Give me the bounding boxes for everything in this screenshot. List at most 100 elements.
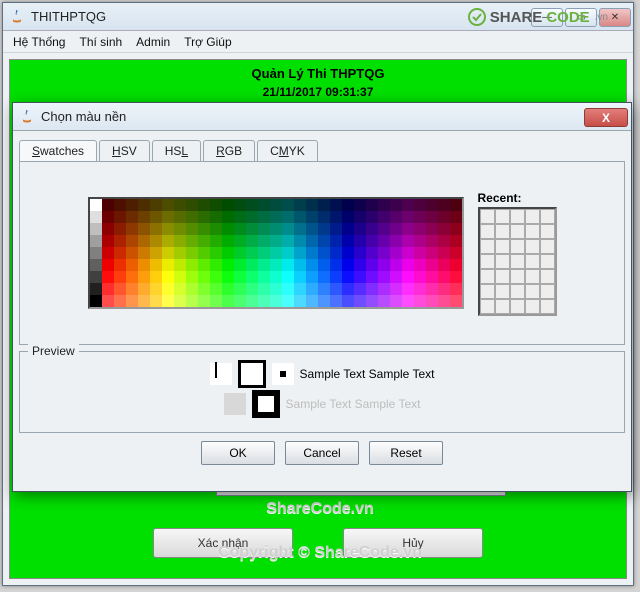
tab-rgb[interactable]: RGB bbox=[203, 140, 255, 161]
swatch[interactable] bbox=[258, 271, 270, 283]
swatch[interactable] bbox=[246, 259, 258, 271]
swatch[interactable] bbox=[246, 211, 258, 223]
swatch[interactable] bbox=[102, 199, 114, 211]
swatch[interactable] bbox=[450, 271, 462, 283]
swatch[interactable] bbox=[366, 295, 378, 307]
swatch[interactable] bbox=[366, 223, 378, 235]
swatch[interactable] bbox=[174, 223, 186, 235]
swatch[interactable] bbox=[306, 223, 318, 235]
swatch[interactable] bbox=[438, 283, 450, 295]
swatch[interactable] bbox=[246, 199, 258, 211]
swatch[interactable] bbox=[318, 211, 330, 223]
swatch[interactable] bbox=[390, 283, 402, 295]
submit-button[interactable]: Xác nhận bbox=[153, 528, 293, 558]
swatch[interactable] bbox=[258, 211, 270, 223]
swatch[interactable] bbox=[426, 199, 438, 211]
swatch[interactable] bbox=[354, 247, 366, 259]
swatch[interactable] bbox=[270, 271, 282, 283]
recent-swatch[interactable] bbox=[540, 284, 555, 299]
menu-help[interactable]: Trợ Giúp bbox=[184, 35, 231, 49]
swatch[interactable] bbox=[174, 199, 186, 211]
swatch[interactable] bbox=[114, 271, 126, 283]
swatch[interactable] bbox=[162, 283, 174, 295]
swatch[interactable] bbox=[186, 235, 198, 247]
color-palette[interactable] bbox=[88, 197, 464, 309]
swatch[interactable] bbox=[150, 235, 162, 247]
cancel-main-button[interactable]: Hủy bbox=[343, 528, 483, 558]
swatch[interactable] bbox=[102, 283, 114, 295]
swatch[interactable] bbox=[186, 223, 198, 235]
swatch[interactable] bbox=[342, 283, 354, 295]
tab-hsl[interactable]: HSL bbox=[152, 140, 201, 161]
swatch[interactable] bbox=[234, 247, 246, 259]
swatch[interactable] bbox=[222, 247, 234, 259]
swatch[interactable] bbox=[198, 283, 210, 295]
swatch[interactable] bbox=[114, 223, 126, 235]
cancel-button[interactable]: Cancel bbox=[285, 441, 359, 465]
swatch[interactable] bbox=[450, 223, 462, 235]
swatch[interactable] bbox=[414, 223, 426, 235]
recent-swatch[interactable] bbox=[510, 269, 525, 284]
swatch[interactable] bbox=[342, 271, 354, 283]
swatch[interactable] bbox=[162, 271, 174, 283]
swatch[interactable] bbox=[174, 283, 186, 295]
recent-swatch[interactable] bbox=[540, 224, 555, 239]
swatch[interactable] bbox=[318, 235, 330, 247]
swatch[interactable] bbox=[162, 247, 174, 259]
recent-swatch[interactable] bbox=[495, 269, 510, 284]
swatch[interactable] bbox=[162, 235, 174, 247]
swatch[interactable] bbox=[222, 223, 234, 235]
swatch[interactable] bbox=[174, 259, 186, 271]
recent-swatch[interactable] bbox=[510, 284, 525, 299]
swatch[interactable] bbox=[174, 247, 186, 259]
swatch[interactable] bbox=[402, 199, 414, 211]
swatch[interactable] bbox=[282, 199, 294, 211]
menu-system[interactable]: Hệ Thống bbox=[13, 35, 65, 49]
swatch[interactable] bbox=[138, 295, 150, 307]
swatch[interactable] bbox=[366, 271, 378, 283]
swatch[interactable] bbox=[222, 271, 234, 283]
swatch[interactable] bbox=[270, 235, 282, 247]
swatch[interactable] bbox=[126, 223, 138, 235]
swatch[interactable] bbox=[330, 259, 342, 271]
swatch[interactable] bbox=[210, 211, 222, 223]
swatch[interactable] bbox=[306, 247, 318, 259]
swatch[interactable] bbox=[282, 223, 294, 235]
swatch[interactable] bbox=[402, 283, 414, 295]
recent-swatch[interactable] bbox=[480, 224, 495, 239]
swatch[interactable] bbox=[402, 259, 414, 271]
swatch[interactable] bbox=[354, 259, 366, 271]
swatch[interactable] bbox=[138, 199, 150, 211]
swatch[interactable] bbox=[402, 211, 414, 223]
swatch[interactable] bbox=[366, 259, 378, 271]
swatch[interactable] bbox=[426, 283, 438, 295]
swatch[interactable] bbox=[126, 235, 138, 247]
swatch[interactable] bbox=[90, 211, 102, 223]
swatch[interactable] bbox=[390, 259, 402, 271]
swatch[interactable] bbox=[210, 295, 222, 307]
swatch[interactable] bbox=[162, 223, 174, 235]
recent-swatch[interactable] bbox=[495, 284, 510, 299]
swatch[interactable] bbox=[234, 271, 246, 283]
swatch[interactable] bbox=[222, 211, 234, 223]
swatch[interactable] bbox=[378, 295, 390, 307]
swatch[interactable] bbox=[342, 259, 354, 271]
swatch[interactable] bbox=[246, 223, 258, 235]
swatch[interactable] bbox=[150, 295, 162, 307]
recent-swatch[interactable] bbox=[480, 239, 495, 254]
swatch[interactable] bbox=[126, 247, 138, 259]
swatch[interactable] bbox=[342, 223, 354, 235]
swatch[interactable] bbox=[330, 211, 342, 223]
swatch[interactable] bbox=[342, 295, 354, 307]
swatch[interactable] bbox=[126, 199, 138, 211]
swatch[interactable] bbox=[270, 259, 282, 271]
swatch[interactable] bbox=[402, 223, 414, 235]
swatch[interactable] bbox=[210, 235, 222, 247]
recent-swatch[interactable] bbox=[525, 269, 540, 284]
swatch[interactable] bbox=[306, 271, 318, 283]
swatch[interactable] bbox=[270, 223, 282, 235]
swatch[interactable] bbox=[246, 235, 258, 247]
swatch[interactable] bbox=[414, 247, 426, 259]
swatch[interactable] bbox=[282, 259, 294, 271]
swatch[interactable] bbox=[354, 223, 366, 235]
